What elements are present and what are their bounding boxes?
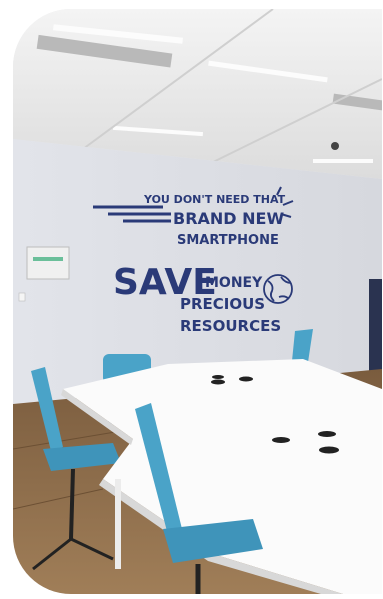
wall-panel-stripe xyxy=(33,257,63,261)
mural-line-2: BRAND NEW xyxy=(173,209,284,228)
table-grommet xyxy=(211,379,225,385)
mural-line-5: PRECIOUS xyxy=(180,295,265,313)
table-grommet xyxy=(319,446,339,454)
photo-frame: YOU DON'T NEED THAT BRAND NEW SMARTPHONE… xyxy=(13,9,382,594)
mural-line-4: MONEY xyxy=(205,275,263,291)
table-grommet xyxy=(272,437,290,443)
table-leg xyxy=(115,479,121,569)
table-grommet xyxy=(212,375,224,379)
security-camera xyxy=(331,142,339,150)
ceiling-light xyxy=(313,159,373,163)
wall-switch xyxy=(18,292,26,302)
wall-panel xyxy=(26,246,70,280)
mural-line-6: RESOURCES xyxy=(180,317,281,335)
mural-line-1: YOU DON'T NEED THAT xyxy=(143,193,286,206)
office-photo: YOU DON'T NEED THAT BRAND NEW SMARTPHONE… xyxy=(13,9,382,594)
table-grommet xyxy=(318,431,336,437)
table-grommet xyxy=(239,376,253,382)
mural-line-3: SMARTPHONE xyxy=(177,233,279,248)
